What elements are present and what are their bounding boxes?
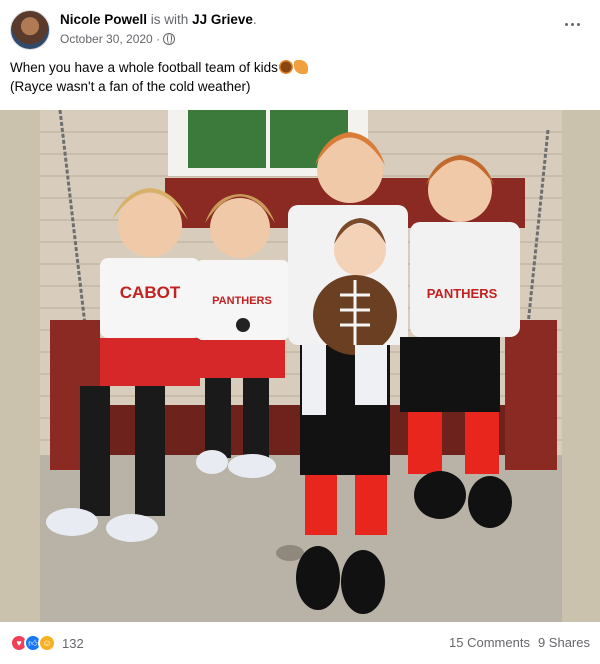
facebook-post: Nicole Powell is with JJ Grieve. October… — [0, 0, 600, 664]
jersey-left-text: CABOT — [120, 283, 181, 302]
post-meta: October 30, 2020 · — [60, 32, 176, 46]
more-options-icon[interactable] — [560, 12, 584, 36]
tagged-suffix: . — [252, 12, 257, 27]
globe-icon — [163, 33, 176, 45]
with-text: is with — [150, 12, 189, 27]
author-line: Nicole Powell is with JJ Grieve. — [60, 12, 257, 28]
post-footer: ♥ 👍︎ ☺ 132 15 Comments 9 Shares — [10, 632, 590, 656]
post-date[interactable]: October 30, 2020 · — [60, 32, 160, 46]
photo-illustration: CABOT PANTHERS PANTHERS — [0, 110, 600, 622]
post-caption: When you have a whole football team of k… — [10, 58, 590, 96]
flexed-arm-emoji-icon — [293, 60, 308, 74]
post-header: Nicole Powell is with JJ Grieve. October… — [10, 8, 590, 50]
reaction-count[interactable]: 132 — [62, 636, 84, 651]
tagged-name[interactable]: JJ Grieve — [192, 12, 253, 27]
jersey-middle-text: PANTHERS — [212, 295, 272, 307]
reactions-summary[interactable]: ♥ 👍︎ ☺ 132 — [10, 634, 84, 652]
jersey-right-text: PANTHERS — [427, 286, 498, 301]
care-reaction-icon: ☺ — [38, 634, 56, 652]
author-avatar[interactable] — [10, 10, 50, 50]
post-photo[interactable]: CABOT PANTHERS PANTHERS — [0, 110, 600, 622]
comments-count[interactable]: 15 Comments — [449, 635, 530, 650]
football-emoji-icon — [278, 60, 293, 74]
caption-line-1: When you have a whole football team of k… — [10, 58, 590, 77]
shares-count[interactable]: 9 Shares — [538, 635, 590, 650]
author-name[interactable]: Nicole Powell — [60, 12, 147, 27]
post-stats: 15 Comments 9 Shares — [449, 635, 590, 650]
caption-line-2: (Rayce wasn't a fan of the cold weather) — [10, 79, 251, 94]
